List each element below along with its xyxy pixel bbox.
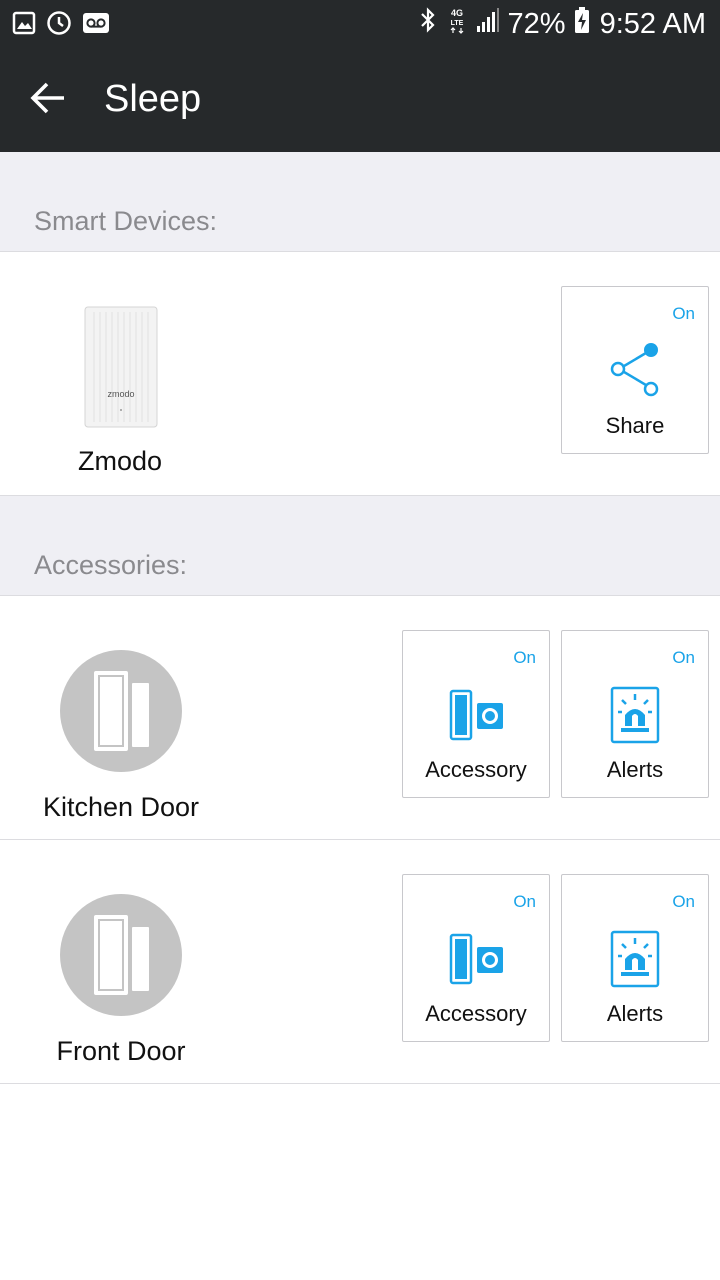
smart-devices-header: Smart Devices: [0, 152, 720, 252]
share-tile[interactable]: On Share [561, 286, 709, 454]
bluetooth-icon [418, 6, 438, 42]
sync-icon [46, 10, 72, 41]
alerts-tile[interactable]: On Alerts [561, 630, 709, 798]
zmodo-logo-text: zmodo [107, 389, 135, 399]
siren-alert-icon [562, 919, 708, 999]
back-button[interactable] [26, 76, 70, 120]
alerts-label: Alerts [606, 757, 664, 782]
door-sensor-accessory-icon [403, 675, 549, 755]
share-status: On [672, 304, 695, 323]
alerts-status: On [672, 648, 695, 667]
accessory-tile[interactable]: On Accessory [402, 630, 550, 798]
accessories-heading: Accessories: [34, 550, 188, 580]
door-sensor-icon [60, 894, 182, 1016]
accessory-row-kitchen-door[interactable]: Kitchen Door On Accessory On Alerts [0, 596, 720, 840]
share-label: Share [605, 413, 665, 438]
alerts-label: Alerts [606, 1001, 664, 1026]
gallery-icon [12, 11, 36, 40]
voicemail-icon [82, 12, 110, 39]
signal-icon [476, 7, 500, 41]
accessory-row-front-door[interactable]: Front Door On Accessory On Alerts [0, 840, 720, 1084]
accessory-label: Accessory [425, 1001, 527, 1026]
device-name: Front Door [56, 1036, 186, 1066]
svg-text:LTE: LTE [450, 20, 463, 27]
alerts-tile[interactable]: On Alerts [561, 874, 709, 1042]
device-name: Kitchen Door [42, 792, 200, 822]
page-title: Sleep [104, 78, 202, 120]
accessories-header: Accessories: [0, 496, 720, 596]
accessory-tile[interactable]: On Accessory [402, 874, 550, 1042]
accessory-status: On [513, 648, 536, 667]
accessory-label: Accessory [425, 757, 527, 782]
status-icons-right: 4G LTE 72% 9:52 AM [418, 6, 706, 42]
zmodo-device-image: zmodo [84, 306, 158, 428]
alerts-status: On [672, 892, 695, 911]
battery-percent: 72% [507, 7, 566, 40]
4g-lte-icon: 4G LTE [446, 6, 468, 42]
svg-text:4G: 4G [451, 8, 463, 18]
battery-charging-icon [574, 6, 590, 42]
door-sensor-accessory-icon [403, 919, 549, 999]
device-name: Zmodo [77, 446, 163, 476]
device-row-zmodo[interactable]: zmodo Zmodo On Share [0, 252, 720, 496]
door-sensor-icon [60, 650, 182, 772]
clock: 9:52 AM [599, 7, 706, 40]
accessory-status: On [513, 892, 536, 911]
share-icon [562, 329, 708, 409]
app-bar: Sleep [0, 48, 720, 152]
smart-devices-heading: Smart Devices: [34, 206, 218, 236]
status-icons-left [12, 10, 110, 41]
arrow-left-icon [30, 82, 64, 114]
siren-alert-icon [562, 675, 708, 755]
status-bar: 4G LTE 72% 9:52 AM [0, 0, 720, 48]
